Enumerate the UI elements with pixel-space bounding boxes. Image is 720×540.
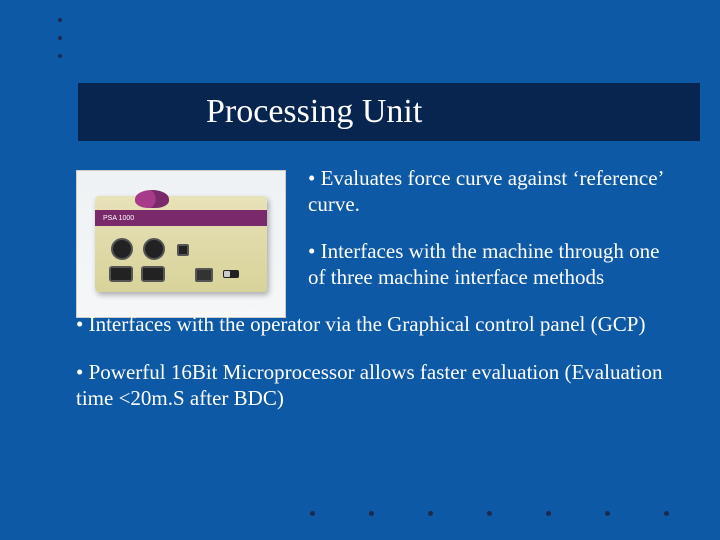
bullet-item: • Powerful 16Bit Microprocessor allows f… (76, 360, 680, 411)
title-bar: Processing Unit (78, 83, 700, 141)
decorative-dots-top (58, 18, 62, 58)
dot-icon (310, 511, 315, 516)
bullet-item: • Evaluates force curve against ‘referen… (308, 166, 680, 217)
dot-icon (369, 511, 374, 516)
content-area: • Evaluates force curve against ‘referen… (76, 166, 680, 433)
dot-icon (58, 36, 62, 40)
slide-title: Processing Unit (206, 93, 422, 131)
dot-icon (664, 511, 669, 516)
bullet-item: • Interfaces with the machine through on… (308, 239, 680, 290)
dot-icon (487, 511, 492, 516)
bullet-item: • Interfaces with the operator via the G… (76, 312, 680, 338)
dot-icon (605, 511, 610, 516)
dot-icon (546, 511, 551, 516)
dot-icon (58, 54, 62, 58)
dot-icon (58, 18, 62, 22)
dot-icon (428, 511, 433, 516)
decorative-dots-bottom (310, 511, 669, 516)
